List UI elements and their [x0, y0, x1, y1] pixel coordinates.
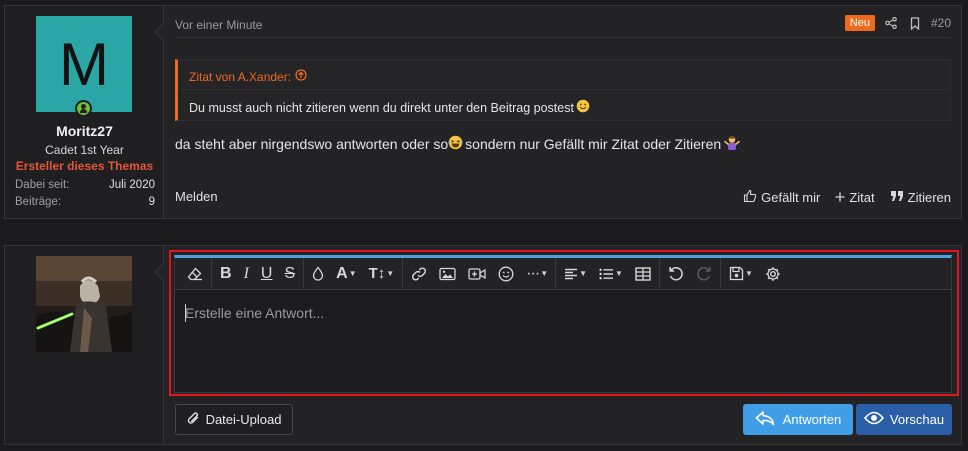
quote-block: Zitat von A.Xander: Du musst auch nicht … [175, 59, 951, 121]
link-icon[interactable] [405, 258, 433, 290]
rich-text-editor[interactable]: B I U S A ▼ T↕ ▼ ··· ▼ ▼ ▼ ▼ Erstelle ei… [174, 255, 952, 393]
quote-header[interactable]: Zitat von A.Xander: [189, 69, 307, 84]
editor-toolbar: B I U S A ▼ T↕ ▼ ··· ▼ ▼ ▼ ▼ [175, 257, 951, 290]
like-button[interactable]: Gefällt mir [743, 189, 820, 206]
thumbs-up-icon [743, 189, 757, 206]
post-message: M Moritz27 Cadet 1st Year Ersteller dies… [4, 5, 962, 219]
upload-label: Datei-Upload [205, 412, 282, 427]
quick-reply: B I U S A ▼ T↕ ▼ ··· ▼ ▼ ▼ ▼ Erstelle ei… [4, 245, 962, 445]
quote-text-row: Du musst auch nicht zitieren wenn du dir… [189, 99, 590, 116]
align-icon[interactable]: ▼ [558, 258, 593, 290]
reply-submit-button[interactable]: Antworten [743, 404, 853, 435]
plus-icon [835, 190, 845, 205]
share-icon[interactable] [883, 15, 899, 31]
jump-up-icon[interactable] [295, 69, 307, 84]
cite-button[interactable]: Zitieren [890, 189, 951, 206]
smilie-icon[interactable] [492, 258, 520, 290]
stat-value: 9 [148, 196, 155, 208]
italic-icon[interactable]: I [238, 258, 255, 290]
video-icon[interactable] [462, 258, 492, 290]
stat-value: Juli 2020 [108, 179, 155, 191]
quote-text: Du musst auch nicht zitieren wenn du dir… [189, 100, 574, 115]
smile-emoji-icon [576, 99, 590, 116]
post-meta: Neu #20 [844, 15, 951, 31]
paperclip-icon [187, 411, 200, 429]
like-label: Gefällt mir [761, 190, 821, 205]
toolbar-separator [402, 257, 404, 290]
toolbar-separator [555, 257, 557, 290]
stat-posts: Beiträge: 9 [15, 196, 155, 208]
settings-gear-icon[interactable] [759, 258, 787, 290]
font-family-icon[interactable]: A ▼ [330, 258, 362, 290]
quote-button[interactable]: Zitat [835, 189, 875, 206]
avatar[interactable]: M [36, 16, 132, 112]
bold-icon[interactable]: B [214, 258, 238, 290]
post-number[interactable]: #20 [931, 16, 951, 30]
report-link[interactable]: Melden [175, 189, 218, 206]
quote-marks-icon [890, 190, 904, 205]
toolbar-separator [211, 257, 212, 290]
user-name[interactable]: Moritz27 [5, 123, 164, 139]
quote-author[interactable]: Zitat von A.Xander: [189, 70, 291, 84]
underline-icon[interactable]: U [255, 258, 279, 290]
image-icon[interactable] [433, 258, 462, 290]
preview-button[interactable]: Vorschau [856, 404, 952, 435]
shrug-emoji-icon [723, 135, 741, 153]
text-color-icon[interactable] [306, 258, 330, 290]
reply-arrow-icon [755, 410, 775, 429]
stat-label: Dabei seit: [15, 179, 70, 191]
clear-format-icon[interactable] [181, 258, 209, 290]
divider [175, 37, 951, 38]
avatar-letter: M [59, 30, 109, 98]
reply-user-panel [5, 246, 164, 444]
undo-icon[interactable] [662, 258, 690, 290]
cite-label: Zitieren [907, 190, 951, 205]
post-actions: Gefällt mir Zitat Zitieren [743, 189, 951, 206]
eye-icon [863, 411, 884, 428]
message-text-1: da steht aber nirgendswo antworten oder … [175, 136, 449, 152]
redo-icon[interactable] [690, 258, 718, 290]
drafts-icon[interactable]: ▼ [723, 258, 759, 290]
laughing-emoji-icon [448, 135, 463, 153]
font-size-icon[interactable]: T↕ ▼ [363, 258, 401, 290]
quote-label: Zitat [849, 190, 875, 205]
strikethrough-icon[interactable]: S [278, 258, 301, 290]
bookmark-icon[interactable] [907, 15, 923, 31]
post-user-panel: M Moritz27 Cadet 1st Year Ersteller dies… [5, 6, 164, 218]
reply-body: B I U S A ▼ T↕ ▼ ··· ▼ ▼ ▼ ▼ Erstelle ei… [165, 246, 961, 444]
reply-submit-label: Antworten [782, 412, 842, 427]
post-footer: Melden Gefällt mir Zitat Zitieren [175, 189, 951, 206]
post-timestamp[interactable]: Vor einer Minute [175, 18, 262, 32]
message-text-2: sondern nur Gefällt mir Zitat oder Zitie… [465, 136, 722, 152]
post-body: Vor einer Minute Neu #20 Zitat von A.Xan… [165, 6, 961, 218]
new-badge: Neu [844, 15, 875, 31]
user-title: Cadet 1st Year [45, 143, 124, 157]
divider [178, 89, 950, 90]
toolbar-separator [658, 257, 660, 290]
list-icon[interactable]: ▼ [593, 258, 629, 290]
stat-joined: Dabei seit: Juli 2020 [15, 179, 155, 191]
thread-starter-badge: Ersteller dieses Themas [15, 159, 154, 173]
online-status-icon [75, 100, 92, 117]
toolbar-separator [303, 257, 305, 290]
avatar[interactable] [36, 256, 132, 352]
preview-label: Vorschau [889, 412, 945, 427]
editor-placeholder[interactable]: Erstelle eine Antwort... [185, 305, 324, 321]
stat-label: Beiträge: [15, 196, 62, 208]
more-options-icon[interactable]: ··· ▼ [520, 258, 553, 290]
table-icon[interactable] [629, 258, 657, 290]
post-content: da steht aber nirgendswo antworten oder … [175, 135, 741, 153]
file-upload-button[interactable]: Datei-Upload [175, 404, 293, 435]
toolbar-separator [719, 257, 721, 290]
